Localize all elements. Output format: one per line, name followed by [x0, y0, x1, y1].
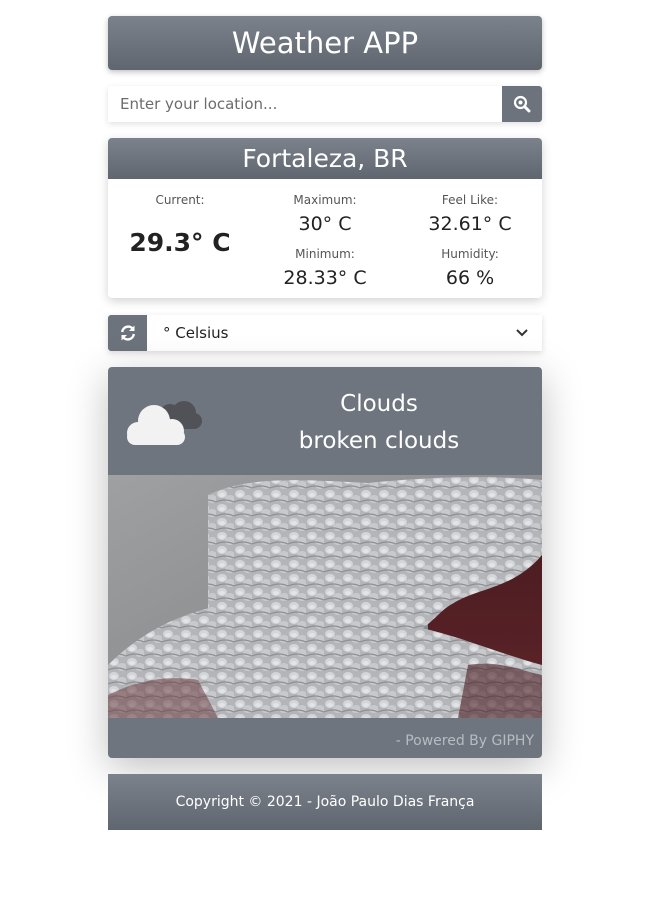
current-label: Current: [155, 193, 205, 207]
chevron-down-icon [516, 329, 528, 337]
humidity-value: 66 % [445, 267, 495, 289]
stat-feels-like: Feel Like: 32.61° C [398, 193, 542, 235]
refresh-button[interactable] [108, 315, 147, 351]
app-title: Weather APP [231, 26, 419, 60]
humidity-label: Humidity: [441, 247, 499, 261]
stat-minimum: Minimum: 28.33° C [253, 247, 397, 289]
unit-select[interactable]: ° Celsius [147, 315, 542, 351]
feels-label: Feel Like: [441, 193, 499, 207]
location-search-input[interactable] [108, 86, 502, 122]
location-name: Fortaleza, BR [242, 144, 408, 173]
search-button[interactable] [502, 86, 542, 122]
cloud-icon [127, 401, 202, 445]
refresh-icon [120, 325, 135, 341]
magnifier-icon [513, 95, 531, 113]
copyright-text: Copyright © 2021 - João Paulo Dias Franç… [175, 794, 475, 810]
app-header: Weather APP [108, 16, 542, 70]
weather-description: Clouds broken clouds [268, 386, 490, 460]
location-title: Fortaleza, BR [108, 138, 542, 179]
powered-by-giphy: - Powered By GIPHY [395, 733, 534, 749]
weather-gif-image [108, 475, 542, 718]
min-value: 28.33° C [283, 267, 367, 289]
max-value: 30° C [298, 213, 352, 235]
weather-stats: Current: 29.3° C Maximum: 30° C Minimum:… [108, 179, 542, 298]
weather-header: Clouds broken clouds [108, 367, 542, 475]
search-bar [108, 86, 542, 122]
max-label: Maximum: [293, 193, 357, 207]
weather-detail: broken clouds [298, 428, 460, 454]
location-card: Fortaleza, BR Current: 29.3° C Maximum: … [108, 138, 542, 298]
min-label: Minimum: [295, 247, 355, 261]
weather-card: Clouds broken clouds - Powered By GIPHY [108, 367, 542, 758]
unit-bar: ° Celsius [108, 315, 542, 351]
feels-value: 32.61° C [428, 213, 512, 235]
stat-humidity: Humidity: 66 % [398, 247, 542, 289]
stat-current: Current: 29.3° C [108, 193, 252, 257]
stat-maximum: Maximum: 30° C [253, 193, 397, 235]
footer: Copyright © 2021 - João Paulo Dias Franç… [108, 774, 542, 830]
unit-selected-value: ° Celsius [163, 324, 229, 342]
weather-main: Clouds [340, 391, 418, 417]
current-value: 29.3° C [129, 228, 231, 257]
